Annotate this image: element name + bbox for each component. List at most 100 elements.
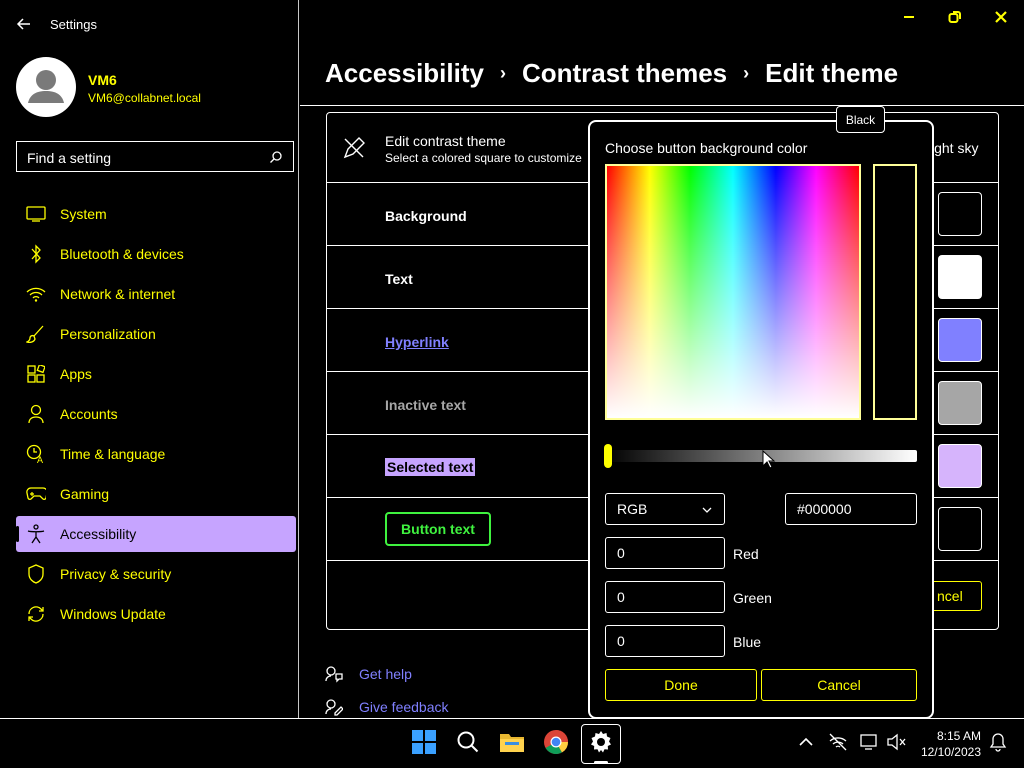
edit-theme-icon: [342, 136, 366, 160]
search-box[interactable]: [16, 141, 294, 173]
update-icon: [26, 604, 46, 624]
bell-icon: [989, 733, 1007, 752]
sidebar-item-network[interactable]: Network & internet: [16, 276, 296, 312]
chrome-icon: [544, 730, 568, 755]
volume-tray-button[interactable]: [882, 728, 910, 756]
back-button[interactable]: [14, 14, 34, 34]
green-label: Green: [733, 590, 772, 606]
file-explorer-button[interactable]: [498, 728, 526, 756]
taskbar-time[interactable]: 8:15 AM: [936, 729, 981, 743]
hex-field[interactable]: [785, 493, 917, 525]
sidebar-item-apps[interactable]: Apps: [16, 356, 296, 392]
swatch-selected-text[interactable]: [938, 444, 982, 488]
chevron-down-icon: [702, 507, 712, 513]
maximize-button[interactable]: [942, 6, 968, 28]
swatch-inactive-text[interactable]: [938, 381, 982, 425]
wifi-icon: [26, 284, 46, 304]
chrome-button[interactable]: [542, 728, 570, 756]
close-button[interactable]: [988, 6, 1014, 28]
sidebar-item-windows-update[interactable]: Windows Update: [16, 596, 296, 632]
taskbar-search-button[interactable]: [454, 728, 482, 756]
sidebar-item-accessibility[interactable]: Accessibility: [16, 516, 296, 552]
sidebar-item-label: Gaming: [60, 486, 110, 502]
row-background-label: Background: [385, 208, 467, 224]
minimize-icon: [904, 16, 914, 18]
done-button[interactable]: Done: [605, 669, 757, 701]
search-input[interactable]: [17, 142, 269, 173]
search-icon: [270, 151, 282, 163]
gear-icon: [591, 731, 611, 753]
theme-name-field[interactable]: ight sky: [931, 140, 978, 156]
accessibility-icon: [26, 524, 46, 544]
color-tooltip: Black: [836, 106, 885, 133]
breadcrumb-edit-theme: Edit theme: [765, 58, 899, 88]
sidebar-item-personalization[interactable]: Personalization: [16, 316, 296, 352]
color-mode-select[interactable]: RGB: [605, 493, 725, 525]
mouse-cursor-icon: [762, 449, 776, 470]
feedback-icon: [325, 698, 344, 716]
sidebar-item-label: Personalization: [60, 326, 156, 342]
get-help-link[interactable]: Get help: [359, 666, 412, 682]
sidebar-item-system[interactable]: System: [16, 196, 296, 232]
row-inactive-label: Inactive text: [385, 397, 466, 413]
sidebar-item-label: Privacy & security: [60, 566, 172, 582]
display-tray-button[interactable]: [856, 728, 884, 756]
clock-language-icon: A: [26, 444, 46, 464]
cancel-button[interactable]: Cancel: [761, 669, 917, 701]
blue-input[interactable]: [605, 625, 725, 657]
sidebar-item-gaming[interactable]: Gaming: [16, 476, 296, 512]
swatch-text[interactable]: [938, 255, 982, 299]
sidebar-item-privacy[interactable]: Privacy & security: [16, 556, 296, 592]
back-arrow-icon: [16, 18, 30, 30]
blue-field[interactable]: [605, 625, 725, 657]
color-spectrum[interactable]: [605, 164, 861, 420]
sidebar-item-label: Bluetooth & devices: [60, 246, 184, 262]
avatar[interactable]: [16, 57, 76, 117]
help-icon: [325, 665, 343, 683]
brightness-slider-thumb[interactable]: [604, 444, 612, 468]
person-icon: [26, 404, 46, 424]
taskbar-date[interactable]: 12/10/2023: [918, 745, 981, 759]
sidebar-item-label: System: [60, 206, 107, 222]
brightness-slider[interactable]: [605, 450, 917, 462]
network-tray-button[interactable]: [824, 728, 852, 756]
breadcrumb-separator: ›: [499, 63, 506, 83]
panel-cancel-button[interactable]: ncel: [930, 581, 982, 611]
sidebar-item-label: Apps: [60, 366, 92, 382]
sidebar-item-label: Network & internet: [60, 286, 176, 302]
green-input[interactable]: [605, 581, 725, 613]
minimize-button[interactable]: [896, 6, 922, 28]
hex-input[interactable]: [785, 493, 917, 525]
search-icon: [457, 731, 479, 753]
panel-subtitle: Select a colored square to customize: [385, 151, 582, 165]
swatch-background[interactable]: [938, 192, 982, 236]
sidebar-item-bluetooth[interactable]: Bluetooth & devices: [16, 236, 296, 272]
red-field[interactable]: [605, 537, 725, 569]
shield-icon: [26, 564, 46, 584]
settings-taskbar-button[interactable]: [587, 728, 615, 756]
give-feedback-link[interactable]: Give feedback: [359, 699, 449, 715]
chevron-up-icon: [799, 737, 813, 746]
active-indicator: [16, 526, 19, 542]
button-text-sample: Button text: [385, 512, 491, 546]
notifications-button[interactable]: [984, 728, 1012, 756]
breadcrumb-accessibility[interactable]: Accessibility: [325, 58, 484, 88]
swatch-button-text[interactable]: [938, 507, 982, 551]
start-button[interactable]: [410, 728, 438, 756]
sidebar-item-time-language[interactable]: A Time & language: [16, 436, 296, 472]
person-placeholder-icon: [28, 70, 64, 103]
blue-label: Blue: [733, 634, 762, 650]
close-icon: [995, 11, 1007, 23]
breadcrumb: Accessibility › Contrast themes › Edit theme: [325, 58, 898, 89]
selected-text-sample: Selected text: [385, 458, 476, 476]
show-hidden-icons-button[interactable]: [792, 728, 820, 756]
green-field[interactable]: [605, 581, 725, 613]
sidebar-item-label: Accessibility: [60, 526, 137, 542]
red-input[interactable]: [605, 537, 725, 569]
breadcrumb-contrast-themes[interactable]: Contrast themes: [522, 58, 727, 88]
display-icon: [860, 734, 877, 750]
color-mode-value: RGB: [617, 501, 648, 517]
sidebar-item-accounts[interactable]: Accounts: [16, 396, 296, 432]
swatch-hyperlink[interactable]: [938, 318, 982, 362]
row-hyperlink-label: Hyperlink: [385, 334, 449, 350]
